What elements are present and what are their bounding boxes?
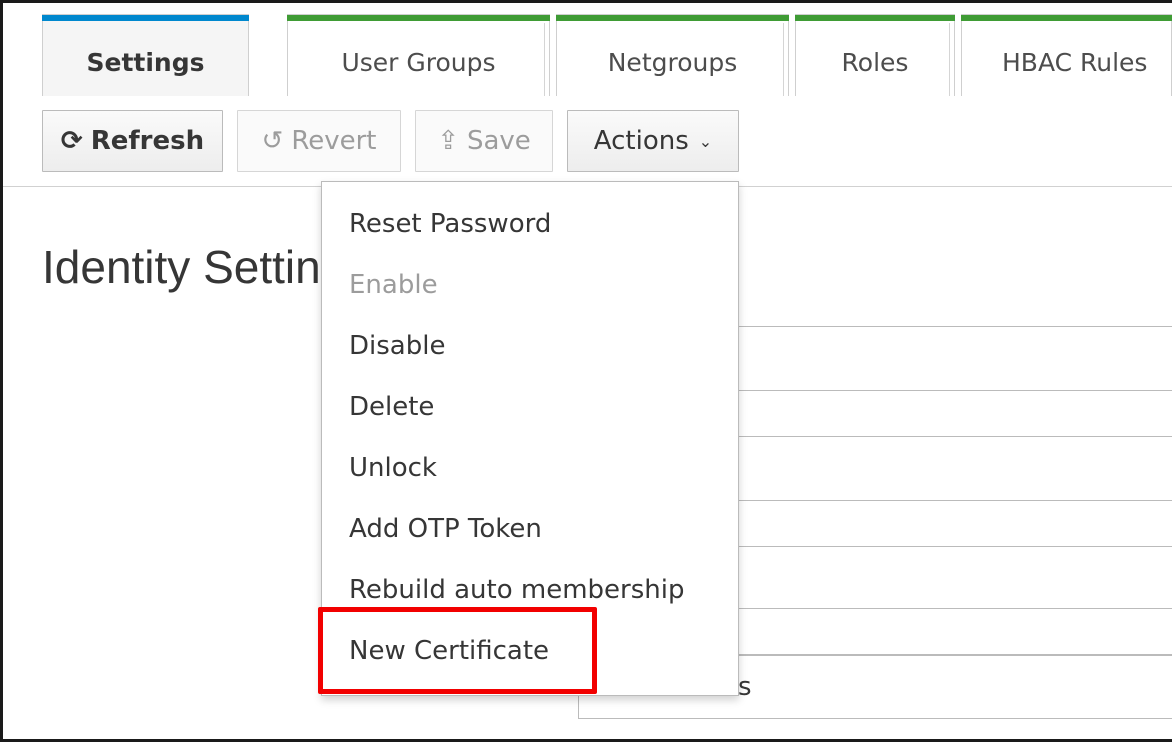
tab-netgroups[interactable]: Netgroups bbox=[556, 14, 789, 96]
tab-label: HBAC Rules bbox=[1002, 48, 1148, 77]
menu-item-disable[interactable]: Disable bbox=[322, 316, 738, 377]
highlight-box bbox=[318, 607, 597, 694]
save-label: Save bbox=[466, 126, 531, 156]
menu-item-reset-password[interactable]: Reset Password bbox=[322, 194, 738, 255]
field-border bbox=[738, 608, 1172, 609]
upload-icon: ⇪ bbox=[437, 126, 459, 156]
actions-dropdown-button[interactable]: Actions ⌄ bbox=[567, 110, 739, 172]
tab-hbac-rules[interactable]: HBAC Rules bbox=[961, 14, 1172, 96]
tab-user-groups[interactable]: User Groups bbox=[287, 14, 550, 96]
tab-roles[interactable]: Roles bbox=[795, 14, 955, 96]
tab-divider bbox=[783, 23, 784, 96]
revert-button[interactable]: ↺ Revert bbox=[237, 110, 401, 172]
tab-bar: Settings User Groups Netgroups Roles HBA… bbox=[42, 14, 1172, 98]
menu-item-add-otp-token[interactable]: Add OTP Token bbox=[322, 499, 738, 560]
refresh-label: Refresh bbox=[90, 126, 205, 156]
tab-settings[interactable]: Settings bbox=[42, 14, 249, 96]
menu-item-enable: Enable bbox=[349, 270, 438, 300]
tab-label: Settings bbox=[86, 48, 205, 77]
revert-label: Revert bbox=[291, 126, 377, 156]
tab-label: User Groups bbox=[341, 48, 496, 77]
refresh-icon: ⟳ bbox=[60, 126, 83, 156]
actions-label: Actions bbox=[593, 126, 689, 156]
field-border bbox=[738, 326, 1172, 327]
tab-divider bbox=[949, 23, 950, 96]
save-button[interactable]: ⇪ Save bbox=[415, 110, 553, 172]
refresh-button[interactable]: ⟳ Refresh bbox=[42, 110, 223, 172]
field-value-partial: s bbox=[738, 672, 752, 702]
field-border bbox=[738, 436, 1172, 437]
tab-label: Roles bbox=[841, 48, 909, 77]
chevron-down-icon: ⌄ bbox=[698, 131, 713, 151]
field-border bbox=[738, 546, 1172, 547]
tab-label: Netgroups bbox=[607, 48, 738, 77]
field-border bbox=[738, 500, 1172, 501]
field-border bbox=[738, 390, 1172, 391]
menu-item-unlock[interactable]: Unlock bbox=[322, 438, 738, 499]
undo-icon: ↺ bbox=[261, 126, 284, 156]
tab-divider bbox=[544, 23, 545, 96]
menu-item-delete[interactable]: Delete bbox=[322, 377, 738, 438]
